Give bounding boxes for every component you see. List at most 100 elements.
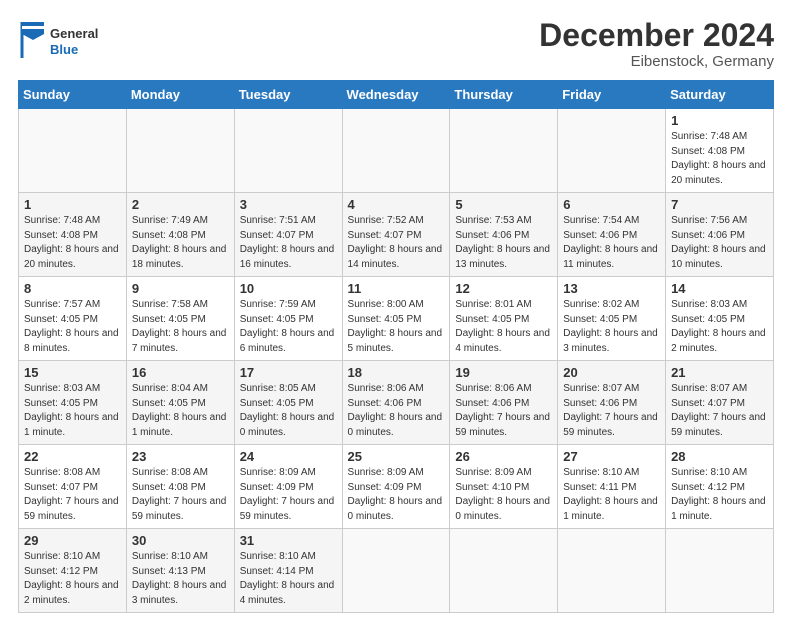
calendar-cell: 1 Sunrise: 7:48 AMSunset: 4:08 PMDaylight… [666,109,774,193]
day-info: Sunrise: 8:10 AMSunset: 4:12 PMDaylight:… [24,550,121,608]
day-info: Sunrise: 8:10 AMSunset: 4:11 PMDaylight:… [563,466,660,524]
logo: General Blue [18,18,128,63]
day-info: Sunrise: 8:00 AMSunset: 4:05 PMDaylight:… [348,298,445,356]
day-number: 14 [671,281,768,296]
calendar-cell: 17Sunrise: 8:05 AMSunset: 4:05 PMDayligh… [234,361,342,445]
day-number: 29 [24,533,121,548]
day-number: 18 [348,365,445,380]
calendar-cell [126,109,234,193]
day-info: Sunrise: 8:06 AMSunset: 4:06 PMDaylight:… [348,382,445,440]
calendar-cell: 16 Sunrise: 8:04 AMSunset: 4:05 PMDayligh… [126,361,234,445]
day-info: Sunrise: 7:49 AMSunset: 4:08 PMDaylight:… [132,214,229,272]
day-info: Sunrise: 7:51 AMSunset: 4:07 PMDaylight:… [240,214,337,272]
calendar-cell: 23 Sunrise: 8:08 AMSunset: 4:08 PMDayligh… [126,445,234,529]
day-info: Sunrise: 7:58 AMSunset: 4:05 PMDaylight:… [132,298,229,356]
calendar-cell: 19 Sunrise: 8:06 AMSunset: 4:06 PMDayligh… [450,361,558,445]
day-number: 17 [240,365,337,380]
day-number: 22 [24,449,121,464]
calendar-cell: 15Sunrise: 8:03 AMSunset: 4:05 PMDayligh… [19,361,127,445]
calendar-week-row: 1 Sunrise: 7:48 AMSunset: 4:08 PMDaylight… [19,193,774,277]
logo-svg: General Blue [18,18,128,63]
day-info: Sunrise: 7:54 AMSunset: 4:06 PMDaylight:… [563,214,660,272]
day-info: Sunrise: 7:48 AMSunset: 4:08 PMDaylight:… [671,130,768,188]
day-number: 7 [671,197,768,212]
month-title: December 2024 [539,18,774,53]
calendar-week-row: 29 Sunrise: 8:10 AMSunset: 4:12 PMDayligh… [19,529,774,613]
calendar-header-row: Sunday Monday Tuesday Wednesday Thursday… [19,81,774,109]
day-number: 10 [240,281,337,296]
calendar-cell: 8 Sunrise: 7:57 AMSunset: 4:05 PMDaylight… [19,277,127,361]
day-number: 2 [132,197,229,212]
calendar-cell: 20 Sunrise: 8:07 AMSunset: 4:06 PMDayligh… [558,361,666,445]
day-info: Sunrise: 8:01 AMSunset: 4:05 PMDaylight:… [455,298,552,356]
svg-text:General: General [50,26,98,41]
calendar-cell: 9 Sunrise: 7:58 AMSunset: 4:05 PMDaylight… [126,277,234,361]
day-info: Sunrise: 7:56 AMSunset: 4:06 PMDaylight:… [671,214,768,272]
calendar-cell: 14 Sunrise: 8:03 AMSunset: 4:05 PMDayligh… [666,277,774,361]
calendar-cell [450,109,558,193]
calendar-cell [666,529,774,613]
day-info: Sunrise: 8:07 AMSunset: 4:06 PMDaylight:… [563,382,660,440]
calendar-cell: 2 Sunrise: 7:49 AMSunset: 4:08 PMDaylight… [126,193,234,277]
day-number: 23 [132,449,229,464]
day-number: 13 [563,281,660,296]
calendar-cell: 31Sunrise: 8:10 AMSunset: 4:14 PMDayligh… [234,529,342,613]
title-block: December 2024 Eibenstock, Germany [539,18,774,70]
calendar-cell: 25Sunrise: 8:09 AMSunset: 4:09 PMDayligh… [342,445,450,529]
col-wednesday: Wednesday [342,81,450,109]
day-info: Sunrise: 8:04 AMSunset: 4:05 PMDaylight:… [132,382,229,440]
calendar-cell: 3 Sunrise: 7:51 AMSunset: 4:07 PMDaylight… [234,193,342,277]
calendar-cell: 11 Sunrise: 8:00 AMSunset: 4:05 PMDayligh… [342,277,450,361]
day-number: 21 [671,365,768,380]
day-number: 9 [132,281,229,296]
day-number: 24 [240,449,337,464]
header: General Blue December 2024 Eibenstock, G… [18,18,774,70]
day-number: 1 [671,113,768,128]
day-number: 16 [132,365,229,380]
day-info: Sunrise: 8:03 AMSunset: 4:05 PMDaylight:… [24,382,121,440]
calendar-cell: 27 Sunrise: 8:10 AMSunset: 4:11 PMDayligh… [558,445,666,529]
svg-text:Blue: Blue [50,42,78,57]
calendar-cell: 26Sunrise: 8:09 AMSunset: 4:10 PMDayligh… [450,445,558,529]
day-info: Sunrise: 7:53 AMSunset: 4:06 PMDaylight:… [455,214,552,272]
calendar-cell: 18 Sunrise: 8:06 AMSunset: 4:06 PMDayligh… [342,361,450,445]
page-container: General Blue December 2024 Eibenstock, G… [0,0,792,623]
day-number: 6 [563,197,660,212]
calendar-cell: 21 Sunrise: 8:07 AMSunset: 4:07 PMDayligh… [666,361,774,445]
location: Eibenstock, Germany [539,53,774,70]
calendar-cell: 10 Sunrise: 7:59 AMSunset: 4:05 PMDayligh… [234,277,342,361]
day-info: Sunrise: 8:10 AMSunset: 4:13 PMDaylight:… [132,550,229,608]
calendar-cell: 4Sunrise: 7:52 AMSunset: 4:07 PMDaylight… [342,193,450,277]
day-info: Sunrise: 8:09 AMSunset: 4:09 PMDaylight:… [348,466,445,524]
day-number: 8 [24,281,121,296]
calendar-cell [342,529,450,613]
calendar-week-row: 8 Sunrise: 7:57 AMSunset: 4:05 PMDaylight… [19,277,774,361]
day-info: Sunrise: 8:09 AMSunset: 4:10 PMDaylight:… [455,466,552,524]
calendar-cell: 1 Sunrise: 7:48 AMSunset: 4:08 PMDaylight… [19,193,127,277]
day-info: Sunrise: 8:07 AMSunset: 4:07 PMDaylight:… [671,382,768,440]
col-tuesday: Tuesday [234,81,342,109]
calendar-week-row: 22Sunrise: 8:08 AMSunset: 4:07 PMDayligh… [19,445,774,529]
calendar-cell [342,109,450,193]
day-info: Sunrise: 7:59 AMSunset: 4:05 PMDaylight:… [240,298,337,356]
day-number: 3 [240,197,337,212]
calendar-week-row: 1 Sunrise: 7:48 AMSunset: 4:08 PMDaylight… [19,109,774,193]
col-monday: Monday [126,81,234,109]
day-number: 27 [563,449,660,464]
day-info: Sunrise: 8:08 AMSunset: 4:08 PMDaylight:… [132,466,229,524]
day-info: Sunrise: 8:03 AMSunset: 4:05 PMDaylight:… [671,298,768,356]
day-number: 1 [24,197,121,212]
day-info: Sunrise: 8:06 AMSunset: 4:06 PMDaylight:… [455,382,552,440]
day-number: 20 [563,365,660,380]
calendar-cell: 28Sunrise: 8:10 AMSunset: 4:12 PMDayligh… [666,445,774,529]
day-info: Sunrise: 8:09 AMSunset: 4:09 PMDaylight:… [240,466,337,524]
day-info: Sunrise: 7:48 AMSunset: 4:08 PMDaylight:… [24,214,121,272]
day-info: Sunrise: 7:57 AMSunset: 4:05 PMDaylight:… [24,298,121,356]
day-number: 19 [455,365,552,380]
calendar-table: Sunday Monday Tuesday Wednesday Thursday… [18,80,774,613]
day-number: 11 [348,281,445,296]
col-thursday: Thursday [450,81,558,109]
calendar-cell: 29 Sunrise: 8:10 AMSunset: 4:12 PMDayligh… [19,529,127,613]
day-number: 30 [132,533,229,548]
day-number: 5 [455,197,552,212]
